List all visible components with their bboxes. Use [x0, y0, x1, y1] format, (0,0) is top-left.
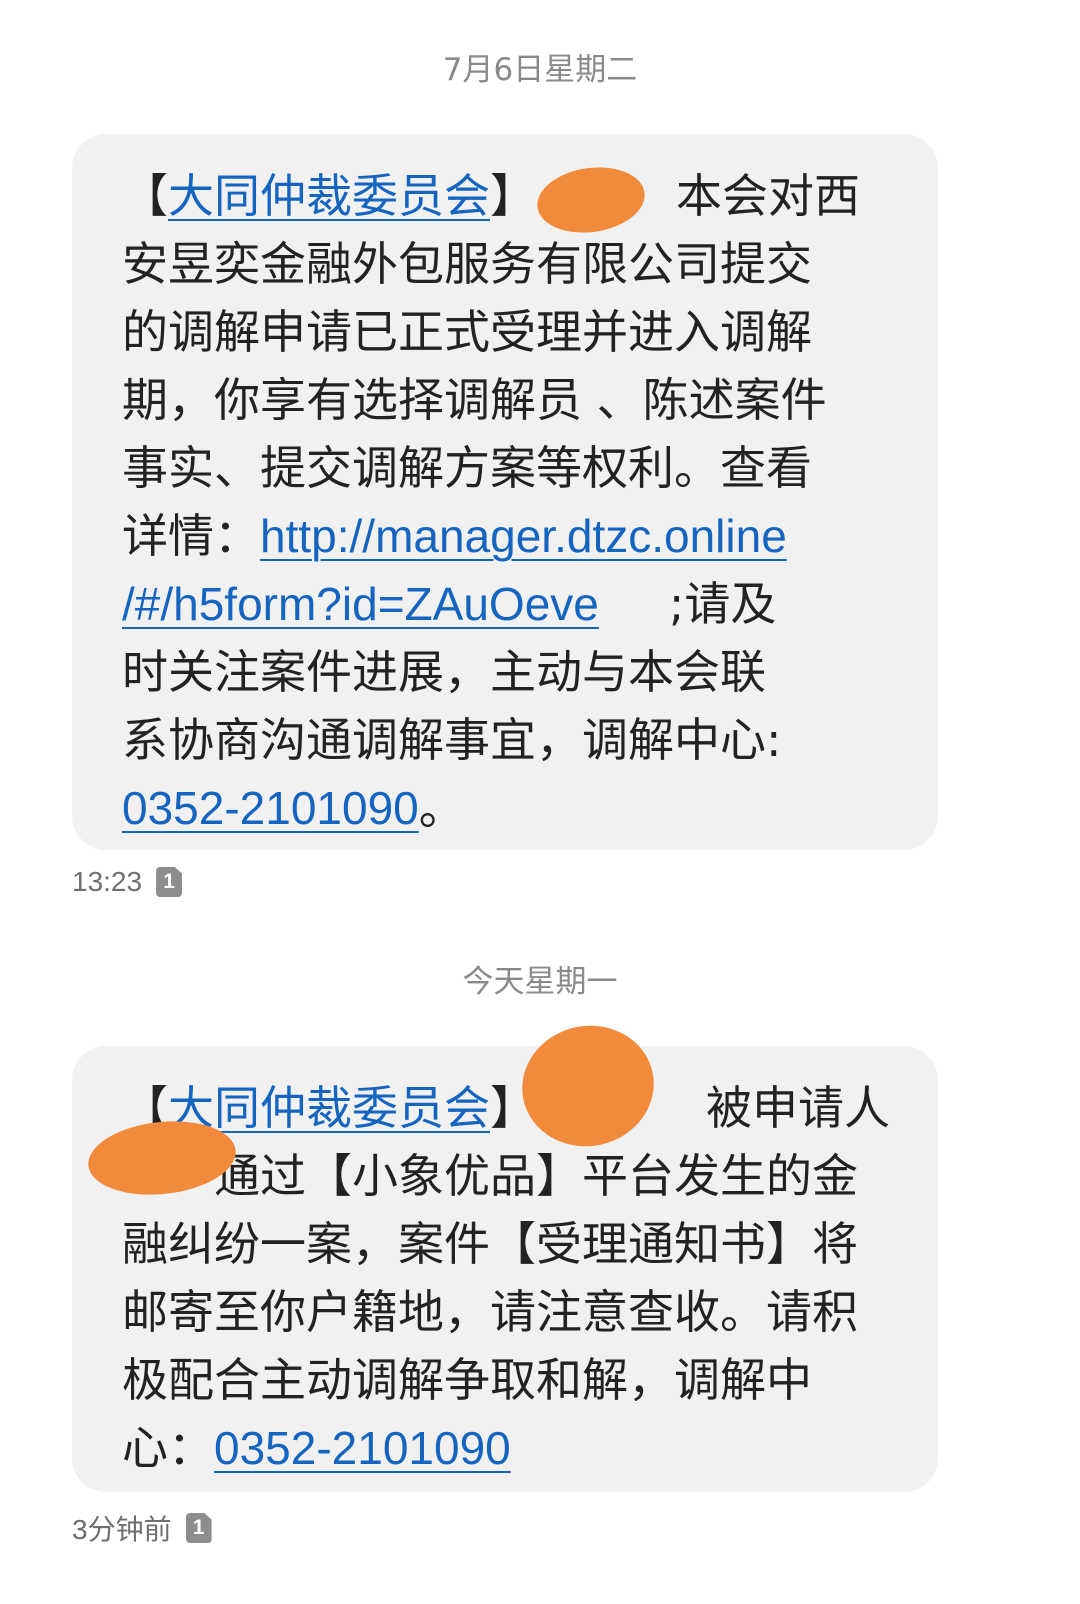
sim-card-icon: 1 [185, 1513, 212, 1543]
message-meta: 13:23 1 [72, 866, 183, 898]
message-line-text: 。 [418, 781, 465, 835]
message-line-text: 详情： [122, 509, 260, 563]
url-link-continued[interactable]: /#/h5form?id=ZAuOeve [122, 578, 599, 630]
sender-link[interactable]: 大同仲裁委员会 [168, 169, 490, 223]
message-time: 3分钟前 [72, 1514, 172, 1545]
message-line-text: 被申请人 [706, 1081, 890, 1135]
message-meta: 3分钟前 1 [72, 1508, 212, 1548]
message-line: 的调解申请已正式受理并进入调解 [122, 305, 812, 359]
message-line: 期，你享有选择调解员 、陈述案件 [122, 373, 827, 427]
message-text: 【大同仲裁委员会】 被申请人 通过【小象优品】平台发生的金 融纠纷一案，案件【受理… [122, 1074, 902, 1482]
url-link[interactable]: http://manager.dtzc.online [260, 510, 787, 562]
message-line: 【大同仲裁委员会】 被申请人 [122, 1074, 902, 1142]
phone-link[interactable]: 0352-2101090 [214, 1422, 511, 1474]
message-bubble[interactable]: 【大同仲裁委员会】 本会对西 安昱奕金融外包服务有限公司提交 的调解申请已正式受理… [72, 134, 938, 850]
message-line-text: 心： [122, 1421, 214, 1475]
sender-link[interactable]: 大同仲裁委员会 [168, 1081, 490, 1135]
message-line: /#/h5form?id=ZAuOeve ;请及 [122, 570, 842, 638]
message-line: 事实、提交调解方案等权利。查看 [122, 441, 812, 495]
date-separator: 7月6日星期二 [442, 52, 638, 88]
message-line: 系协商沟通调解事宜，调解中心: [122, 713, 782, 767]
message-line: 心：0352-2101090 [122, 1414, 902, 1482]
message-line: 时关注案件进展，主动与本会联 [122, 645, 766, 699]
message-line-text: ;请及 [668, 577, 777, 631]
message-text: 【大同仲裁委员会】 本会对西 安昱奕金融外包服务有限公司提交 的调解申请已正式受理… [122, 162, 860, 842]
message-line-text: 通过【小象优品】平台发生的金 [214, 1149, 858, 1203]
message-line: 0352-2101090。 [122, 774, 842, 842]
message-line-text: 本会对西 [676, 169, 860, 223]
date-separator: 今天星期一 [462, 964, 618, 1000]
message-line: 融纠纷一案，案件【受理通知书】将 [122, 1217, 858, 1271]
phone-link[interactable]: 0352-2101090 [122, 782, 419, 834]
message-bubble[interactable]: 【大同仲裁委员会】 被申请人 通过【小象优品】平台发生的金 融纠纷一案，案件【受理… [72, 1013, 938, 1492]
message-line: 安昱奕金融外包服务有限公司提交 [122, 237, 812, 291]
message-line: 详情：http://manager.dtzc.online [122, 502, 842, 570]
bracket-open: 【 [122, 169, 168, 223]
message-line: 邮寄至你户籍地，请注意查收。请积 [122, 1285, 858, 1339]
message-line: 通过【小象优品】平台发生的金 [122, 1142, 902, 1210]
message-line: 极配合主动调解争取和解，调解中 [122, 1353, 812, 1407]
sim-card-icon: 1 [156, 867, 183, 897]
message-line: 【大同仲裁委员会】 本会对西 [122, 162, 860, 230]
message-time: 13:23 [72, 866, 143, 897]
bracket-close: 】 [490, 169, 536, 223]
